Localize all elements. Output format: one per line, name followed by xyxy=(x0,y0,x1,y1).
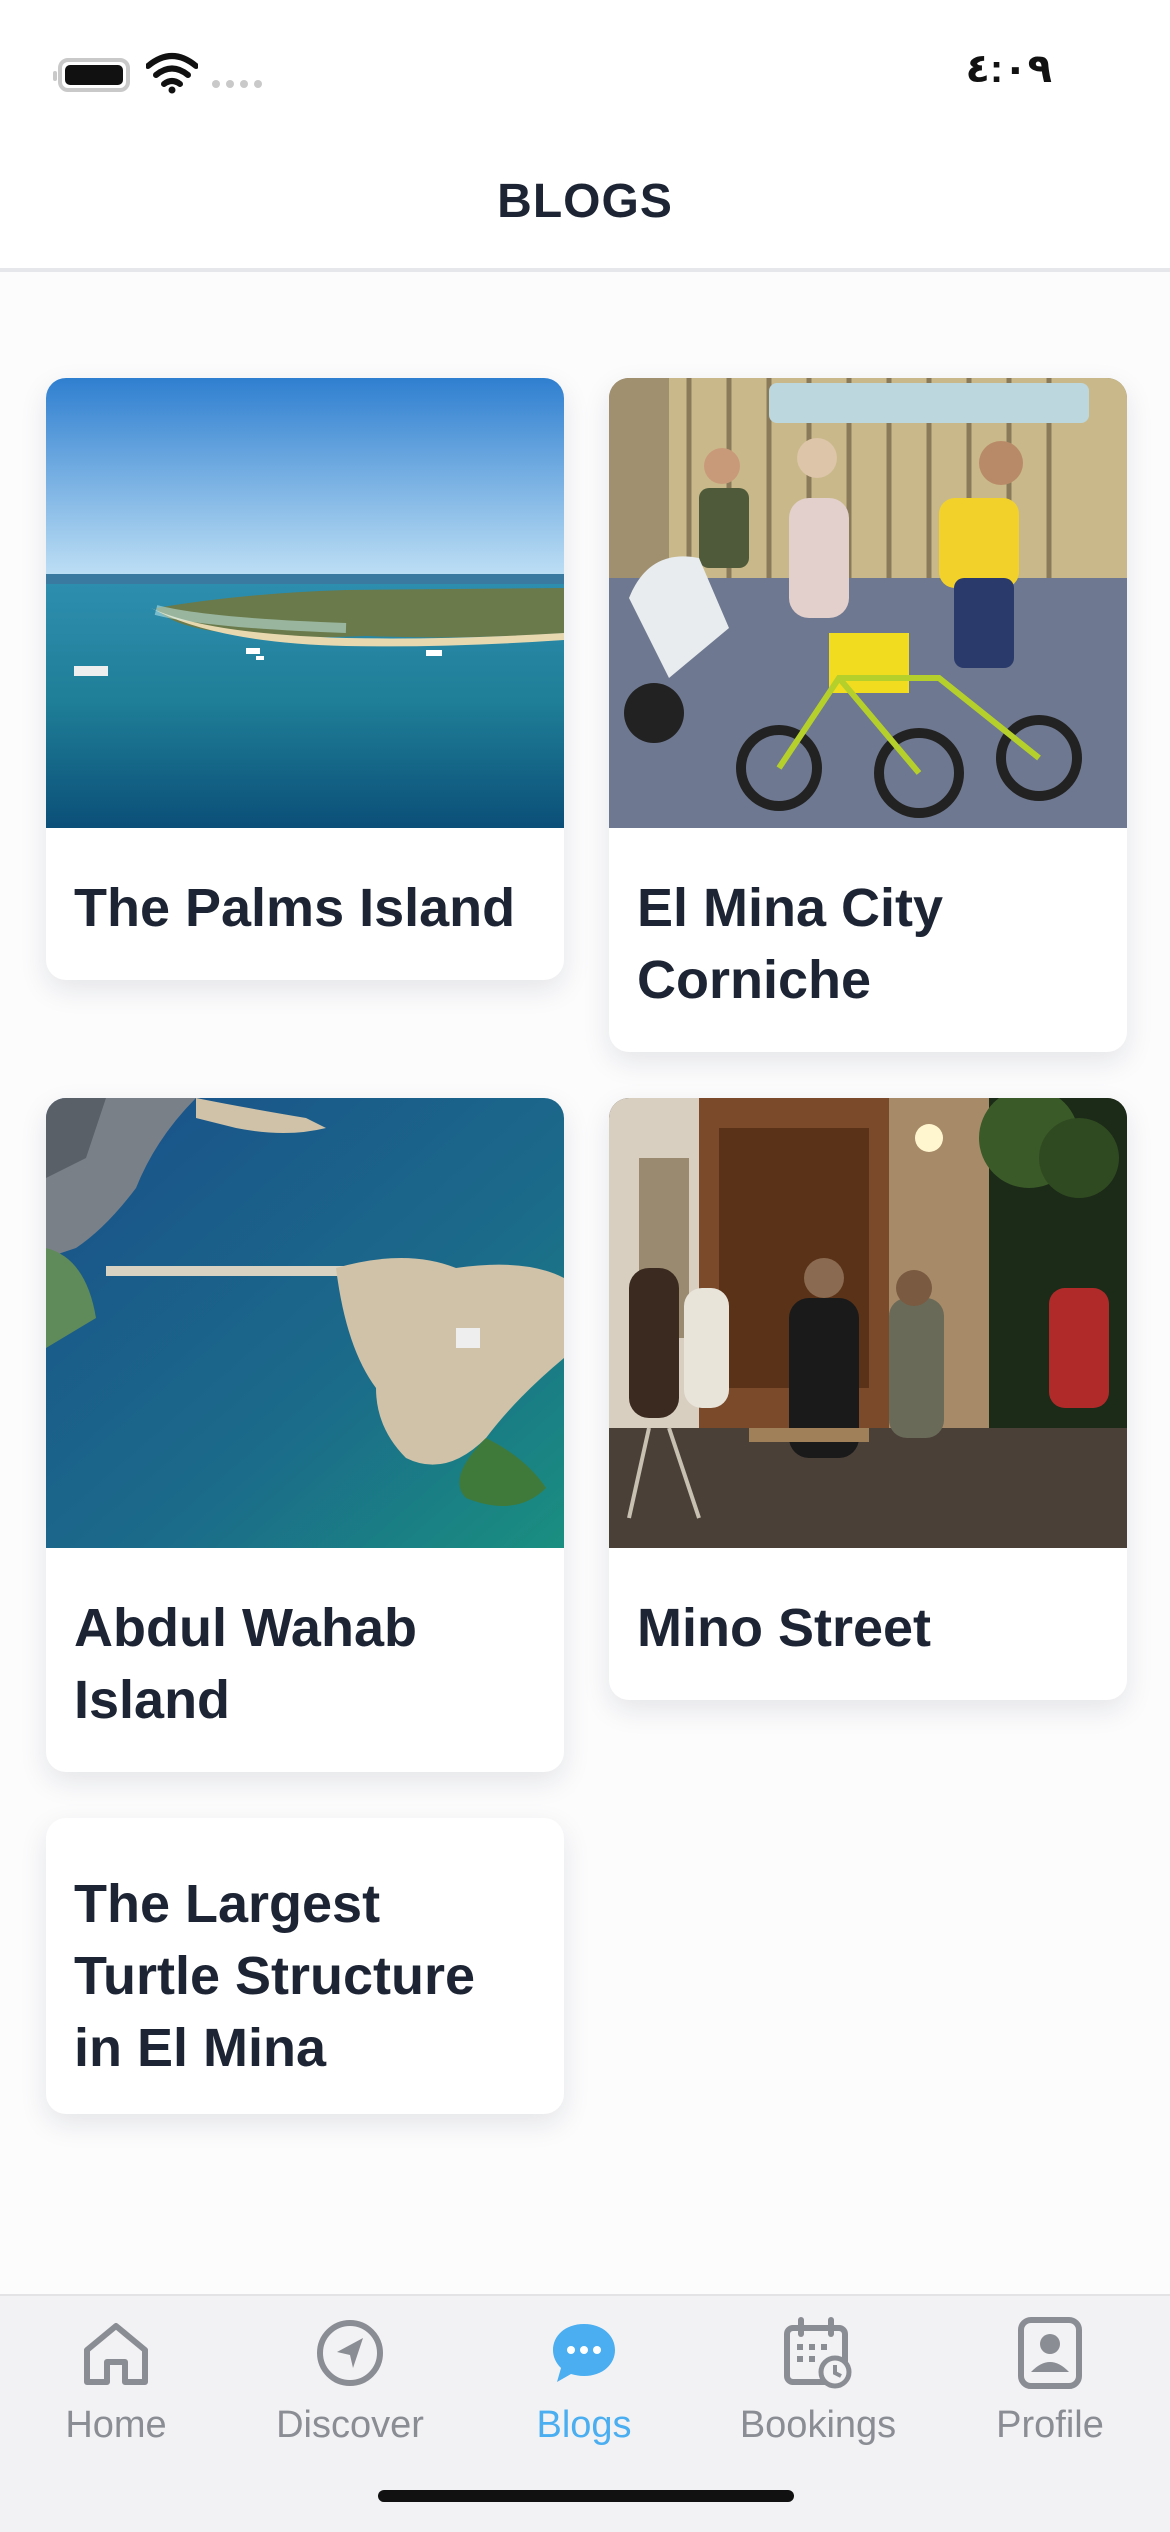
blog-card-title: The Largest Turtle Structure in El Mina xyxy=(74,1874,476,2078)
blog-card-title: El Mina City Corniche xyxy=(637,878,944,1010)
status-time: ٤:٠٩ xyxy=(965,47,1052,91)
aerial-island-bridge-photo xyxy=(46,1098,564,1548)
tab-label: Profile xyxy=(996,2404,1104,2446)
blog-card-title: Abdul Wahab Island xyxy=(74,1598,417,1730)
blog-card-title: The Palms Island xyxy=(74,878,516,938)
tab-discover[interactable]: Discover xyxy=(250,2316,450,2466)
blog-card-title: Mino Street xyxy=(637,1598,932,1658)
aerial-island-sea-photo xyxy=(46,378,564,828)
tab-home[interactable]: Home xyxy=(16,2316,216,2466)
status-bar: ٤:٠٩ xyxy=(0,0,1170,140)
tab-bookings[interactable]: Bookings xyxy=(718,2316,918,2466)
tab-label: Bookings xyxy=(739,2404,897,2446)
tab-label: Blogs xyxy=(536,2404,632,2446)
wifi-icon xyxy=(146,53,198,94)
blog-card-mino-street[interactable]: Mino Street xyxy=(609,1098,1127,1700)
battery-icon xyxy=(53,58,130,92)
people-on-bikes-corniche-photo xyxy=(609,378,1127,828)
blog-card-the-largest-turtle-structure-in-el-mina[interactable]: The Largest Turtle Structure in El Mina xyxy=(46,1818,564,2114)
chat-bubble-icon xyxy=(553,2324,615,2382)
blog-card-the-palms-island[interactable]: The Palms Island xyxy=(46,378,564,980)
page-title: BLOGS xyxy=(497,175,673,228)
home-indicator[interactable] xyxy=(378,2490,794,2502)
calendar-clock-icon xyxy=(784,2317,852,2389)
user-badge-icon xyxy=(1018,2317,1082,2389)
blog-card-el-mina-city-corniche[interactable]: El Mina City Corniche xyxy=(609,378,1127,1052)
street-cafe-night-photo xyxy=(609,1098,1127,1548)
tab-blogs[interactable]: Blogs xyxy=(484,2316,684,2466)
header: BLOGS xyxy=(0,140,1170,272)
blog-card-abdul-wahab-island[interactable]: Abdul Wahab Island xyxy=(46,1098,564,1772)
tab-profile[interactable]: Profile xyxy=(950,2316,1150,2466)
cellular-signal-icon xyxy=(212,80,262,88)
compass-icon xyxy=(317,2320,383,2386)
tab-label: Discover xyxy=(276,2404,424,2446)
tab-label: Home xyxy=(65,2404,167,2446)
home-icon xyxy=(84,2323,148,2385)
